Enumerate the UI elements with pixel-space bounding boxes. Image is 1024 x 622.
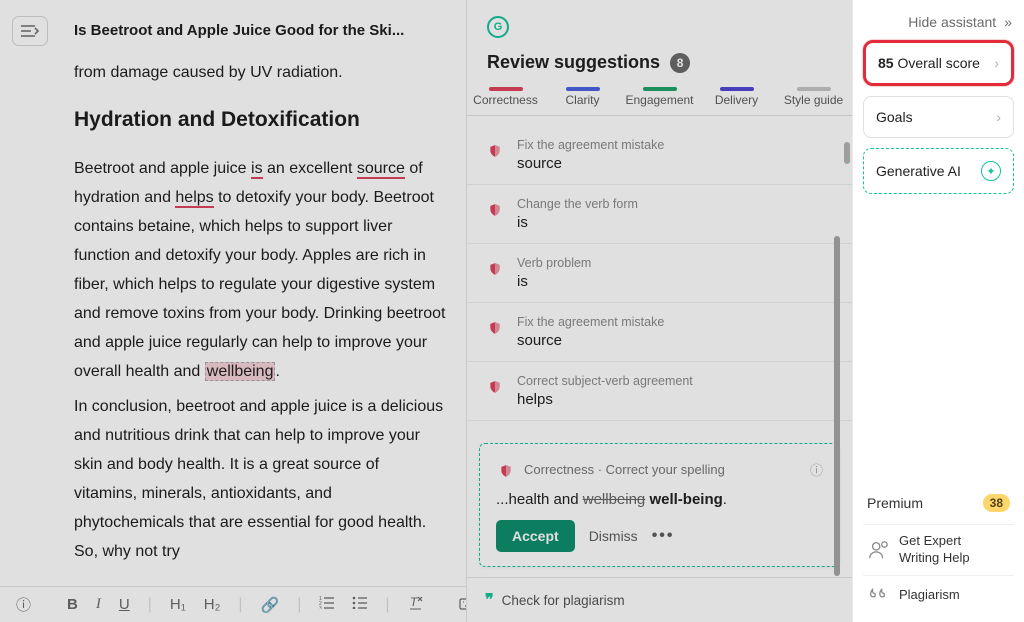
paragraph-text: In conclusion, beetroot and apple juice … xyxy=(74,392,446,566)
suggestion-word: helps xyxy=(517,391,693,408)
suggestion-diff: ...health and wellbeing well-being. xyxy=(496,491,823,508)
suggestion-word: source xyxy=(517,332,664,349)
suggestion-word: is xyxy=(517,214,638,231)
suggestion-meta: Fix the agreement mistake xyxy=(517,138,664,152)
h2-button[interactable]: H₂ xyxy=(204,596,221,613)
review-tabs: Correctness Clarity Engagement Delivery … xyxy=(467,87,852,116)
accept-button[interactable]: Accept xyxy=(496,520,575,552)
suggestions-count-badge: 8 xyxy=(670,53,690,73)
tab-engagement[interactable]: Engagement xyxy=(621,87,698,115)
help-icon[interactable]: ⓘ xyxy=(16,594,31,615)
suggestion-word: source xyxy=(517,155,664,172)
suggestion-item[interactable]: Fix the agreement mistake source xyxy=(467,303,852,362)
plagiarism-footer[interactable]: ❞ Check for plagiarism xyxy=(467,577,852,622)
error-highlight[interactable]: is xyxy=(251,160,263,179)
hide-assistant-button[interactable]: Hide assistant » xyxy=(863,10,1014,40)
shield-icon xyxy=(496,461,516,481)
ordered-list-button[interactable]: 123 xyxy=(319,596,334,613)
quote-icon: ❞ xyxy=(485,590,494,610)
shield-icon xyxy=(485,200,505,220)
suggestion-meta: Verb problem xyxy=(517,256,591,270)
chevron-right-icon: › xyxy=(994,55,999,71)
paragraph-text: Beetroot and apple juice is an excellent… xyxy=(74,154,446,386)
error-highlight[interactable]: helps xyxy=(175,189,213,208)
svg-text:T: T xyxy=(410,595,419,609)
premium-section: Premium 38 Get Expert Writing Help Plagi… xyxy=(863,494,1014,614)
shield-icon xyxy=(485,377,505,397)
unordered-list-button[interactable] xyxy=(352,596,367,613)
more-options-icon[interactable]: ••• xyxy=(652,527,675,545)
premium-count-badge: 38 xyxy=(983,494,1010,512)
suggestion-meta: Change the verb form xyxy=(517,197,638,211)
paragraph-text: from damage caused by UV radiation. xyxy=(74,58,446,87)
chevron-right-icon: › xyxy=(996,109,1001,125)
generative-ai-card[interactable]: Generative AI ✦ xyxy=(863,148,1014,194)
goals-card[interactable]: Goals › xyxy=(863,96,1014,138)
person-icon xyxy=(867,539,889,561)
tab-delivery[interactable]: Delivery xyxy=(698,87,775,115)
link-button[interactable]: 🔗 xyxy=(261,596,280,614)
quote-icon xyxy=(867,584,889,606)
document-body[interactable]: from damage caused by UV radiation. Hydr… xyxy=(74,58,446,586)
tab-correctness[interactable]: Correctness xyxy=(467,87,544,115)
editor-pane: Is Beetroot and Apple Juice Good for the… xyxy=(0,0,466,622)
grammarly-logo: G xyxy=(487,16,509,38)
shield-icon xyxy=(485,141,505,161)
suggestion-card-expanded[interactable]: Correctness · Correct your spelling ⓘ ..… xyxy=(479,443,840,567)
lightbulb-icon: ✦ xyxy=(981,161,1001,181)
dismiss-button[interactable]: Dismiss xyxy=(589,528,638,544)
underline-button[interactable]: U xyxy=(119,596,130,613)
suggestion-meta: Fix the agreement mistake xyxy=(517,315,664,329)
suggestion-item[interactable]: Correct subject-verb agreement helps xyxy=(467,362,852,421)
review-title: Review suggestions 8 xyxy=(487,52,832,73)
outline-toggle[interactable] xyxy=(12,16,48,46)
review-pane: G Review suggestions 8 Correctness Clari… xyxy=(466,0,852,622)
error-highlight[interactable]: source xyxy=(357,160,405,179)
formatting-toolbar: ⓘ B I U | H₁ H₂ | 🔗 | 123 | T xyxy=(0,586,466,622)
shield-icon xyxy=(485,318,505,338)
assistant-sidebar: Hide assistant » 85 Overall score › Goal… xyxy=(852,0,1024,622)
overall-score-card[interactable]: 85 Overall score › xyxy=(863,40,1014,86)
suggestion-word: is xyxy=(517,273,591,290)
suggestions-list: Fix the agreement mistake source Change th… xyxy=(467,116,852,439)
clear-format-button[interactable]: T xyxy=(408,595,423,614)
scrollbar-inner[interactable] xyxy=(834,236,840,576)
svg-text:3: 3 xyxy=(319,606,322,609)
h1-button[interactable]: H₁ xyxy=(170,596,186,613)
italic-button[interactable]: I xyxy=(96,596,101,613)
premium-plagiarism[interactable]: Plagiarism xyxy=(863,575,1014,614)
scrollbar[interactable] xyxy=(842,140,852,582)
shield-icon xyxy=(485,259,505,279)
chevron-double-right-icon: » xyxy=(1004,14,1012,30)
selected-error[interactable]: wellbeing xyxy=(205,362,276,381)
document-title: Is Beetroot and Apple Juice Good for the… xyxy=(74,22,404,39)
info-icon[interactable]: ⓘ xyxy=(810,460,823,479)
suggestion-meta: Correct subject-verb agreement xyxy=(517,374,693,388)
suggestion-item[interactable]: Change the verb form is xyxy=(467,185,852,244)
tab-clarity[interactable]: Clarity xyxy=(544,87,621,115)
suggestion-item[interactable]: Verb problem is xyxy=(467,244,852,303)
heading: Hydration and Detoxification xyxy=(74,105,446,134)
premium-expert-help[interactable]: Get Expert Writing Help xyxy=(863,524,1014,575)
tab-styleguide[interactable]: Style guide xyxy=(775,87,852,115)
bold-button[interactable]: B xyxy=(67,596,78,613)
suggestion-item[interactable]: Fix the agreement mistake source xyxy=(467,126,852,185)
